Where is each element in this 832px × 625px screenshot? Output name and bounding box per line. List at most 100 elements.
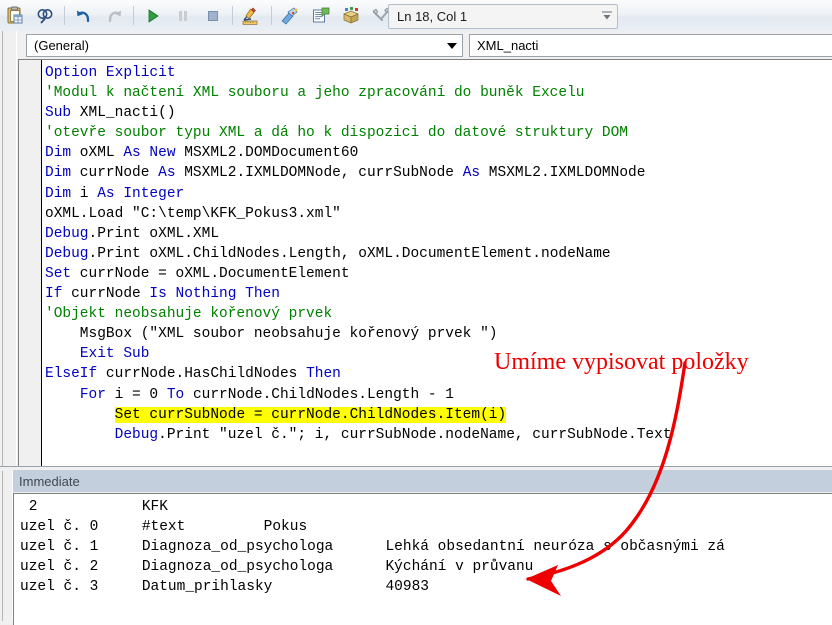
vba-editor-window: ? Ln 18, Col 1 (General) XML_nac: [0, 0, 832, 625]
object-dropdown-value: (General): [34, 38, 89, 53]
code-line: Debug.Print "uzel č."; i, currSubNode.no…: [45, 425, 832, 445]
immediate-window-titlebar[interactable]: Immediate: [13, 470, 832, 492]
code-keyword: As: [158, 165, 176, 182]
immediate-window-output[interactable]: 2 KFK uzel č. 0 #text Pokus uzel č. 1 Diag…: [20, 497, 725, 597]
immediate-output-line: uzel č. 3 Datum_prihlasky 40983: [20, 579, 429, 596]
code-token: i: [71, 185, 98, 202]
code-token: MsgBox ("XML soubor neobsahuje kořenový …: [45, 326, 498, 343]
code-keyword: As: [462, 165, 481, 182]
toolbar-separator: [232, 6, 233, 25]
code-token: oXML.Load "C:\temp\KFK_Pokus3.xml": [45, 205, 341, 222]
code-keyword: Debug: [45, 225, 89, 242]
code-keyword: Dim: [45, 165, 72, 182]
code-keyword: Then: [306, 366, 341, 383]
code-token: .Print "uzel č."; i, currSubNode.nodeNam…: [158, 426, 672, 443]
code-editor-margin[interactable]: [19, 60, 42, 473]
run-icon[interactable]: [140, 4, 166, 28]
code-token: .Print oXML.ChildNodes.Length, oXML.Docu…: [88, 245, 611, 262]
toolbar-separator: [64, 6, 65, 25]
code-token: currNode: [71, 165, 159, 182]
code-comment: 'Objekt neobsahuje kořenový prvek: [45, 306, 333, 323]
properties-window-icon[interactable]: [308, 4, 334, 28]
immediate-window-body[interactable]: 2 KFK uzel č. 0 #text Pokus uzel č. 1 Diag…: [13, 493, 832, 625]
project-explorer-icon[interactable]: [278, 4, 304, 28]
position-indicator-text: Ln 18, Col 1: [397, 9, 468, 24]
procedure-dropdown-value: XML_nacti: [477, 38, 539, 53]
code-line: Debug.Print oXML.ChildNodes.Length, oXML…: [45, 244, 832, 264]
code-comment: 'otevře soubor typu XML a dá ho k dispoz…: [45, 125, 628, 142]
code-token: currNode.ChildNodes.Length - 1: [184, 386, 454, 403]
code-line: Option Explicit: [45, 63, 832, 83]
code-editor-pane[interactable]: Option Explicit 'Modul k načtení XML soub…: [18, 59, 832, 473]
code-token: XML_nacti(): [71, 105, 176, 122]
annotation-text: Umíme vypisovat položky: [494, 349, 749, 375]
code-keyword: ElseIf: [45, 366, 98, 383]
immediate-output-line: uzel č. 0 #text Pokus: [20, 519, 308, 536]
code-line: Set currNode = oXML.DocumentElement: [45, 264, 832, 284]
code-line: oXML.Load "C:\temp\KFK_Pokus3.xml": [45, 204, 832, 224]
chevron-down-icon[interactable]: [447, 42, 457, 49]
code-line: Sub XML_nacti(): [45, 103, 832, 123]
code-token: .Print oXML.XML: [88, 225, 220, 242]
code-keyword: Sub: [45, 105, 72, 122]
code-token: MSXML2.DOMDocument60: [175, 145, 359, 162]
code-keyword: Option Explicit: [45, 65, 176, 81]
code-line: MsgBox ("XML soubor neobsahuje kořenový …: [45, 324, 832, 344]
immediate-output-line: 2 KFK: [20, 499, 168, 515]
code-line: Dim i As Integer: [45, 184, 832, 204]
code-token: currNode.HasChildNodes: [97, 366, 307, 383]
find-icon[interactable]: [32, 4, 58, 28]
pause-icon[interactable]: [170, 4, 196, 28]
code-keyword: If: [45, 286, 63, 303]
code-line: Debug.Print oXML.XML: [45, 224, 832, 244]
code-line: 'otevře soubor typu XML a dá ho k dispoz…: [45, 123, 832, 143]
toolbar-separator: [271, 6, 272, 25]
view-microsoft-excel-icon[interactable]: [2, 4, 28, 28]
code-token: MSXML2.IXMLDOMNode: [480, 165, 646, 182]
code-token: currNode = oXML.DocumentElement: [71, 265, 350, 282]
object-browser-icon[interactable]: [338, 4, 364, 28]
toolbar: ? Ln 18, Col 1: [0, 0, 832, 32]
code-keyword: For: [79, 386, 106, 403]
code-line: 'Modul k načtení XML souboru a jeho zpra…: [45, 83, 832, 103]
code-line: Set currSubNode = currNode.ChildNodes.It…: [45, 405, 832, 425]
stop-icon[interactable]: [200, 4, 226, 28]
code-keyword: Set: [45, 265, 72, 282]
code-window-dropdown-bar: (General) XML_nacti: [18, 31, 832, 59]
code-token: MSXML2.IXMLDOMNode, currSubNode: [175, 165, 463, 182]
redo-icon[interactable]: [101, 4, 127, 28]
code-line: Dim currNode As MSXML2.IXMLDOMNode, curr…: [45, 163, 832, 183]
code-token: i = 0: [105, 386, 167, 403]
design-mode-icon[interactable]: [239, 4, 265, 28]
code-keyword: Exit Sub: [79, 346, 150, 363]
object-dropdown[interactable]: (General): [26, 34, 463, 57]
code-line: 'Objekt neobsahuje kořenový prvek: [45, 304, 832, 324]
position-indicator: Ln 18, Col 1: [388, 4, 618, 29]
immediate-window-title: Immediate: [19, 473, 80, 489]
code-highlighted-statement: Set currSubNode = currNode.ChildNodes.It…: [114, 406, 507, 423]
code-token: currNode: [62, 286, 150, 303]
code-keyword: Debug: [45, 245, 89, 262]
immediate-output-line: uzel č. 1 Diagnoza_od_psychologa Lehká o…: [20, 539, 725, 556]
code-keyword: As Integer: [97, 185, 185, 202]
code-keyword: Dim: [45, 185, 72, 202]
code-keyword: As New: [123, 145, 176, 162]
code-editor-text[interactable]: Option Explicit 'Modul k načtení XML soub…: [45, 63, 832, 445]
immediate-output-line: uzel č. 2 Diagnoza_od_psychologa Kýchání…: [20, 559, 534, 576]
code-line: For i = 0 To currNode.ChildNodes.Length …: [45, 385, 832, 405]
undo-icon[interactable]: [71, 4, 97, 28]
code-comment: 'Modul k načtení XML souboru a jeho zpra…: [45, 85, 585, 102]
code-keyword: Dim: [45, 145, 72, 162]
toolbar-separator: [133, 6, 134, 25]
code-token: oXML: [71, 145, 124, 162]
toolbar-overflow-icon[interactable]: [599, 7, 615, 25]
immediate-window-left-rail: [2, 471, 13, 621]
procedure-dropdown[interactable]: XML_nacti: [469, 34, 832, 57]
immediate-window: Immediate 2 KFK uzel č. 0 #text Pokus uzel…: [0, 466, 832, 625]
code-line: If currNode Is Nothing Then: [45, 284, 832, 304]
code-line: Dim oXML As New MSXML2.DOMDocument60: [45, 143, 832, 163]
